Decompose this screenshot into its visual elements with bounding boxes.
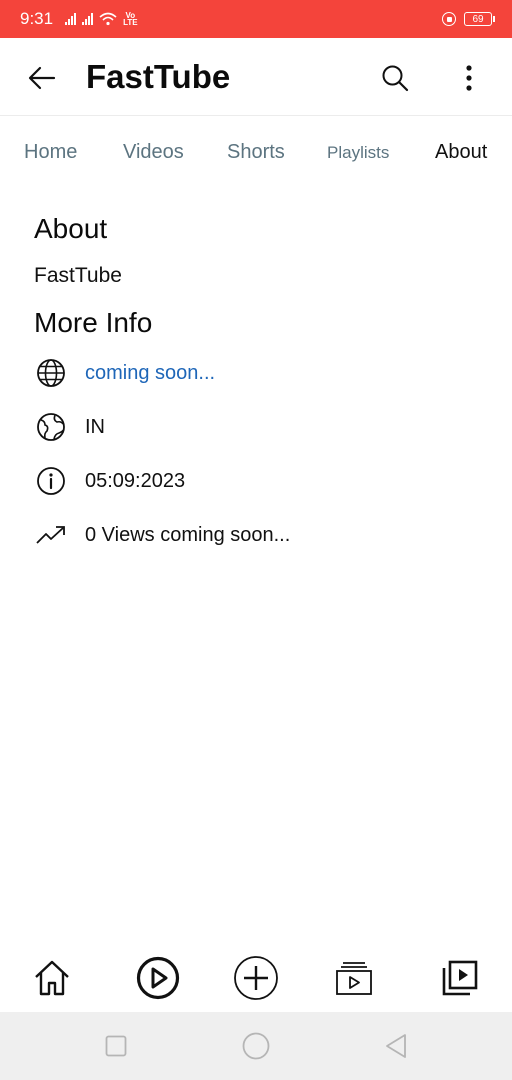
nav-home-button[interactable]: [28, 954, 76, 1002]
add-circle-icon: [234, 956, 278, 1000]
trending-icon: [34, 518, 68, 552]
status-left: 9:31 Vo LTE: [20, 9, 138, 29]
home-circle-icon: [242, 1032, 270, 1060]
recents-square-icon: [105, 1035, 127, 1057]
bottom-nav: [0, 946, 512, 1012]
more-options-button[interactable]: [452, 60, 486, 96]
nav-create-button[interactable]: [232, 954, 280, 1002]
more-info-heading: More Info: [34, 307, 153, 338]
info-icon: [34, 464, 68, 498]
info-row-country: IN: [34, 409, 105, 445]
nav-library-button[interactable]: [436, 954, 484, 1002]
views-text: 0 Views coming soon...: [85, 523, 291, 546]
nav-shorts-button[interactable]: [134, 954, 182, 1002]
status-time: 9:31: [20, 9, 54, 28]
subscriptions-icon: [336, 962, 372, 995]
battery-icon: 69: [464, 12, 495, 26]
screen: 9:31 Vo LTE 69 FastTube Home Videos Shor…: [0, 0, 512, 1080]
info-row-joined: 05:09:2023: [34, 463, 185, 499]
recents-button[interactable]: [100, 1030, 132, 1062]
signal-icon: [65, 13, 77, 25]
system-nav-bar: [0, 1012, 512, 1080]
system-back-button[interactable]: [380, 1030, 412, 1062]
tab-playlists[interactable]: Playlists: [327, 143, 389, 163]
nav-subscriptions-button[interactable]: [330, 954, 378, 1002]
home-icon: [35, 960, 69, 996]
status-right: 69: [442, 12, 495, 26]
about-heading: About: [34, 213, 108, 244]
tab-bar: Home Videos Shorts Playlists About: [0, 117, 512, 187]
tab-home[interactable]: Home: [24, 141, 77, 164]
wifi-icon: [99, 12, 117, 26]
back-arrow-icon: [28, 66, 56, 90]
more-vert-icon: [466, 65, 472, 91]
about-channel-name: FastTube: [34, 264, 122, 287]
search-button[interactable]: [376, 60, 414, 96]
website-link[interactable]: coming soon...: [85, 362, 215, 385]
volte-badge: Vo LTE: [123, 12, 138, 27]
tab-about[interactable]: About: [435, 141, 487, 164]
info-row-link: coming soon...: [34, 355, 215, 391]
country-text: IN: [85, 415, 105, 438]
channel-title: FastTube: [86, 58, 231, 95]
search-icon: [382, 65, 409, 92]
back-button[interactable]: [24, 60, 60, 96]
globe-icon: [34, 356, 68, 390]
play-circle-icon: [136, 956, 180, 1000]
library-icon: [442, 960, 478, 996]
system-home-button[interactable]: [240, 1030, 272, 1062]
joined-date-text: 05:09:2023: [85, 469, 186, 492]
volte-bottom: LTE: [123, 18, 138, 27]
tab-shorts[interactable]: Shorts: [227, 141, 285, 164]
battery-level: 69: [472, 13, 484, 25]
back-triangle-icon: [386, 1034, 406, 1058]
app-bar: FastTube: [0, 38, 512, 116]
signal-icon-2: [82, 13, 94, 25]
status-bar: 9:31 Vo LTE 69: [0, 0, 512, 38]
earth-icon: [34, 410, 68, 444]
tab-videos[interactable]: Videos: [123, 141, 184, 164]
info-row-views: 0 Views coming soon...: [34, 517, 290, 553]
alarm-icon: [442, 12, 456, 26]
